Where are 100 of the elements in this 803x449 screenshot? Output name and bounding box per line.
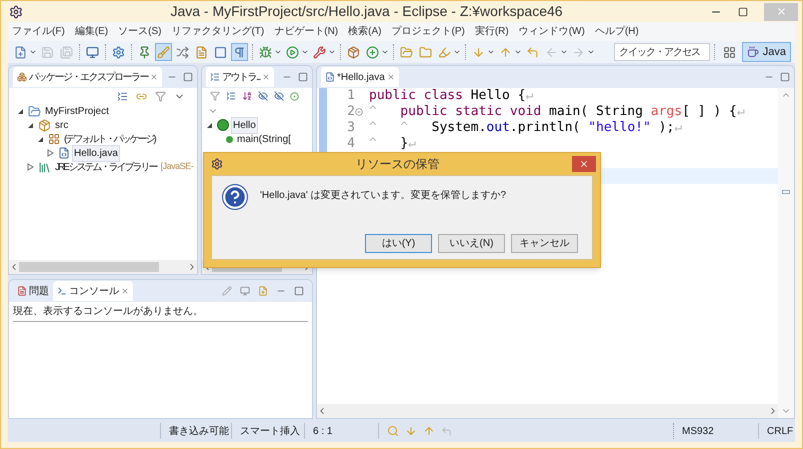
fold-icon[interactable] — [355, 108, 363, 116]
close-icon[interactable] — [150, 73, 158, 81]
package-explorer-icon — [17, 72, 27, 82]
menu-item[interactable]: ファイル(F) — [12, 24, 65, 39]
dropdown-caret-icon[interactable] — [381, 48, 389, 56]
collapsed-arrow-icon[interactable] — [47, 149, 54, 157]
dialog-title: リソースの保管 — [354, 156, 440, 173]
scrollbar-thumb[interactable] — [19, 262, 159, 272]
filter-icon[interactable] — [210, 91, 220, 101]
arrow-right-icon — [572, 46, 585, 58]
expanded-arrow-icon[interactable] — [27, 122, 34, 128]
class-icon — [217, 119, 229, 131]
arrow-up-icon[interactable] — [423, 425, 435, 437]
shuffle-icon — [176, 46, 189, 58]
open-perspective-icon[interactable] — [722, 46, 736, 58]
dropdown-caret-icon[interactable] — [328, 48, 336, 56]
search-icon[interactable] — [387, 425, 399, 437]
dialog-button[interactable]: キャンセル — [511, 234, 578, 253]
menu-item[interactable]: ヘルプ(H) — [594, 24, 639, 39]
menu-item[interactable]: 実行(R) — [474, 24, 509, 39]
close-icon[interactable] — [262, 73, 270, 81]
java-file-icon — [325, 72, 335, 82]
dropdown-caret-icon[interactable] — [29, 48, 37, 56]
tree-item[interactable]: MyFirstProject — [43, 102, 111, 120]
close-icon — [776, 6, 786, 17]
menu-item[interactable]: 編集(E) — [74, 24, 108, 39]
hide-static-icon[interactable] — [274, 91, 284, 101]
perspective-button[interactable]: Java — [742, 42, 791, 62]
collapse-all-icon[interactable] — [117, 90, 128, 102]
library-icon — [38, 160, 51, 174]
add-circle-icon — [366, 46, 379, 58]
dropdown-caret-icon[interactable] — [274, 48, 282, 56]
problems-icon — [17, 286, 27, 296]
view-tab[interactable]: パッケージ・エクスプローラー — [13, 67, 162, 87]
console-message: 現在、表示するコンソールがありません。 — [13, 304, 308, 322]
java-file-icon — [58, 147, 70, 159]
menu-item[interactable]: ウィンドウ(W) — [518, 24, 585, 39]
line-number: 2 — [347, 103, 355, 121]
quick-access-field[interactable]: クイック・アクセス — [614, 43, 710, 61]
document-icon — [195, 46, 208, 58]
dropdown-caret-icon[interactable] — [301, 48, 309, 56]
dropdown-caret-icon[interactable] — [514, 48, 522, 56]
outline-icon — [210, 72, 220, 82]
line-number: 3 — [347, 119, 355, 138]
view-tab[interactable]: *Hello.java — [321, 67, 399, 87]
dropdown-caret-icon[interactable] — [487, 48, 495, 56]
tree-item[interactable]: (デフォルト・パッケージ) — [62, 130, 157, 148]
arrow-down-icon[interactable] — [405, 425, 417, 437]
close-icon[interactable] — [121, 287, 129, 295]
dropdown-caret-icon[interactable] — [560, 48, 568, 56]
open-console-icon[interactable] — [258, 286, 268, 296]
dropdown-caret-icon[interactable] — [587, 48, 595, 56]
monitor-icon — [86, 46, 99, 58]
tree-item[interactable]: src — [53, 116, 70, 134]
arrow-left-icon — [545, 46, 558, 58]
bug-icon — [259, 46, 272, 58]
menu-item[interactable]: ナビゲート(N) — [274, 24, 338, 39]
arrow-down-icon — [472, 46, 485, 58]
gear-icon — [112, 46, 125, 58]
display-console-icon[interactable] — [240, 286, 250, 296]
tree-item[interactable]: JRE システム・ライブラリー — [53, 158, 159, 176]
app-logo-icon — [9, 4, 23, 18]
close-icon — [579, 159, 589, 169]
app-logo-icon — [211, 158, 223, 170]
save-all-icon — [60, 46, 73, 58]
sort-icon[interactable] — [242, 91, 252, 101]
filter-icon[interactable] — [155, 90, 166, 102]
dialog-button[interactable]: いいえ(N) — [438, 234, 505, 253]
menu-item[interactable]: ソース(S) — [118, 24, 162, 39]
expanded-arrow-icon[interactable] — [206, 122, 213, 128]
tree-item[interactable]: main(String[ — [235, 130, 293, 148]
code-line: ^ public static void main( String args[ ] ) {↵ — [369, 103, 745, 121]
menu-item[interactable]: リファクタリング(T) — [171, 24, 264, 39]
collapse-all-icon[interactable] — [226, 91, 236, 101]
brush-icon — [157, 46, 170, 58]
dropdown-caret-icon[interactable] — [453, 48, 461, 56]
pin-icon — [138, 46, 151, 58]
back-arrow-icon — [526, 46, 539, 58]
status-writable: 書き込み可能 — [168, 424, 230, 438]
dialog-close-button[interactable] — [572, 156, 596, 172]
expanded-arrow-icon[interactable] — [17, 108, 24, 114]
toolbar-button[interactable] — [231, 43, 248, 61]
dialog-button[interactable]: はい(Y) — [365, 234, 432, 253]
hide-fields-icon[interactable] — [258, 91, 268, 101]
tree-item[interactable]: Hello.java — [72, 144, 120, 162]
expanded-arrow-icon[interactable] — [37, 136, 44, 142]
close-icon[interactable] — [386, 73, 395, 81]
tree-item[interactable]: Hello — [231, 116, 258, 134]
collapsed-arrow-icon[interactable] — [27, 163, 34, 171]
project-folder-icon — [28, 104, 41, 118]
block-icon — [214, 46, 227, 58]
status-insert-mode: スマート挿入 — [239, 424, 301, 438]
view-tab[interactable]: アウトラ... — [206, 67, 274, 87]
question-icon — [222, 184, 248, 210]
menu-item[interactable]: 検索(A) — [348, 24, 382, 39]
menu-item[interactable]: プロジェクト(P) — [391, 24, 465, 39]
dialog-message: 'Hello.java' は変更されています。変更を保管しますか? — [260, 188, 506, 203]
maximize-icon[interactable] — [738, 6, 748, 16]
view-tab[interactable]: 問題 — [13, 281, 53, 301]
view-tab[interactable]: コンソール — [53, 281, 133, 301]
